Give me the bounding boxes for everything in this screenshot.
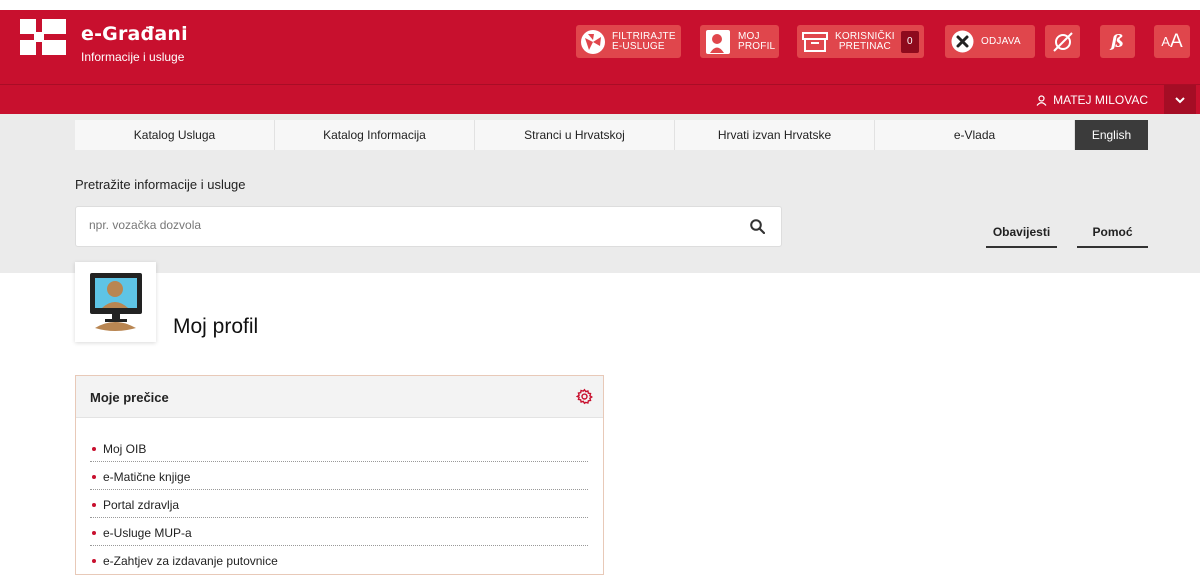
search-box: [75, 206, 782, 247]
shortcuts-card-header: Moje prečice: [76, 376, 603, 418]
chevron-down-icon: [1175, 96, 1185, 103]
user-bar: MATEJ MILOVAC: [0, 84, 1200, 115]
font-size-button[interactable]: AA: [1154, 25, 1190, 58]
search-title: Pretražite informacije i usluge: [75, 177, 246, 192]
filter-label-1: FILTRIRAJTE: [612, 30, 676, 42]
brand-title[interactable]: e-Građani: [81, 23, 188, 45]
list-item[interactable]: Portal zdravlja: [90, 490, 588, 518]
shortcuts-title: Moje prečice: [90, 390, 169, 405]
bullet-icon: [92, 530, 96, 535]
avatar: [75, 262, 156, 342]
shortcut-link[interactable]: e-Matične knjige: [103, 470, 190, 484]
profile-label-2: PROFIL: [738, 40, 776, 52]
inbox-icon: [802, 31, 828, 52]
filter-icon: [581, 29, 605, 54]
bullet-icon: [92, 474, 96, 479]
gear-icon[interactable]: [576, 388, 593, 405]
logout-label: ODJAVA: [981, 35, 1021, 47]
bullet-icon: [92, 502, 96, 507]
nav-item-katalog-usluga[interactable]: Katalog Usluga: [75, 120, 275, 150]
dyslexia-font-icon: ß: [1111, 31, 1124, 52]
user-menu-toggle[interactable]: [1164, 85, 1196, 115]
shortcuts-card: Moje prečice Moj OIB e-Matične knjige Po…: [75, 375, 604, 575]
shortcut-link[interactable]: Moj OIB: [103, 442, 146, 456]
filter-eservices-button[interactable]: FILTRIRAJTE E-USLUGE: [576, 25, 681, 58]
bullet-icon: [92, 446, 96, 451]
list-item[interactable]: e-Usluge MUP-a: [90, 518, 588, 546]
search-icon[interactable]: [750, 219, 765, 234]
notices-link[interactable]: Obavijesti: [986, 225, 1057, 248]
egradjani-logo-icon[interactable]: [20, 19, 66, 55]
profile-icon: [706, 29, 730, 54]
page-title: Moj profil: [173, 315, 259, 338]
user-inbox-button[interactable]: KORISNIČKI PRETINAC 0: [797, 25, 924, 58]
inbox-count-badge: 0: [900, 30, 919, 53]
shortcut-link[interactable]: e-Usluge MUP-a: [103, 526, 192, 540]
shortcut-link[interactable]: Portal zdravlja: [103, 498, 179, 512]
logout-button[interactable]: ODJAVA: [945, 25, 1035, 58]
user-menu[interactable]: MATEJ MILOVAC: [1036, 93, 1148, 107]
close-circle-icon: [951, 30, 974, 53]
accessibility-contrast-button[interactable]: [1045, 25, 1080, 58]
font-size-label: A: [1161, 34, 1170, 49]
shortcuts-list: Moj OIB e-Matične knjige Portal zdravlja…: [90, 434, 588, 574]
filter-label-2: E-USLUGE: [612, 40, 665, 52]
eye-off-icon: [1052, 31, 1073, 52]
nav-item-katalog-informacija[interactable]: Katalog Informacija: [275, 120, 475, 150]
list-item[interactable]: e-Zahtjev za izdavanje putovnice: [90, 546, 588, 574]
search-input[interactable]: [89, 218, 709, 232]
inbox-label-1: KORISNIČKI: [835, 30, 895, 42]
my-profile-button[interactable]: MOJ PROFIL: [700, 25, 779, 58]
profile-label-1: MOJ: [738, 30, 760, 42]
nav-item-e-vlada[interactable]: e-Vlada: [875, 120, 1075, 150]
language-english-button[interactable]: English: [1075, 120, 1148, 150]
help-link[interactable]: Pomoć: [1077, 225, 1148, 248]
list-item[interactable]: e-Matične knjige: [90, 462, 588, 490]
main-nav: Katalog Usluga Katalog Informacija Stran…: [75, 120, 1148, 150]
brand-subtitle: Informacije i usluge: [81, 50, 185, 64]
user-name[interactable]: MATEJ MILOVAC: [1053, 93, 1148, 107]
user-icon: [1036, 94, 1047, 106]
header-bar: e-Građani Informacije i usluge FILTRIRAJ…: [0, 10, 1200, 84]
list-item[interactable]: Moj OIB: [90, 434, 588, 462]
nav-item-hrvati-izvan[interactable]: Hrvati izvan Hrvatske: [675, 120, 875, 150]
bullet-icon: [92, 559, 96, 563]
shortcut-link[interactable]: e-Zahtjev za izdavanje putovnice: [103, 554, 278, 568]
dyslexia-font-button[interactable]: ß: [1100, 25, 1135, 58]
inbox-label-2: PRETINAC: [838, 40, 891, 52]
computer-user-icon: [90, 273, 142, 331]
nav-item-stranci[interactable]: Stranci u Hrvatskoj: [475, 120, 675, 150]
